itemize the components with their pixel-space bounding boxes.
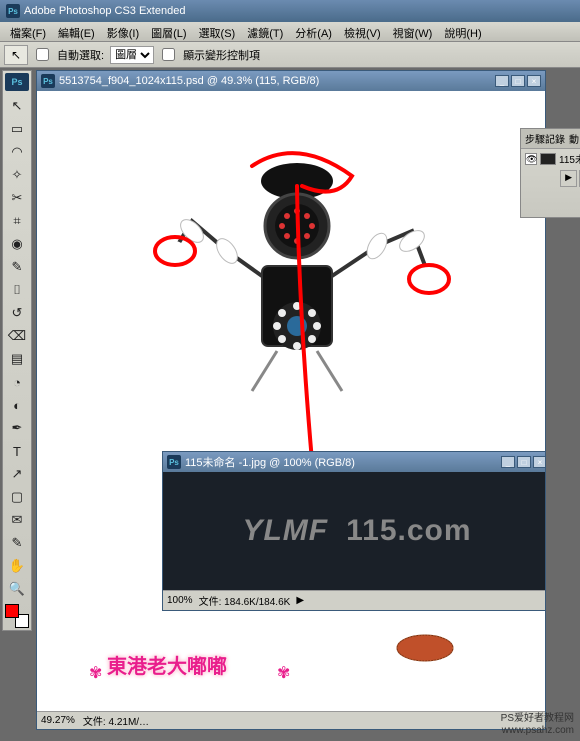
app-title: Adobe Photoshop CS3 Extended xyxy=(24,5,185,17)
sub-status-bar: 100% 文件: 184.6K/184.6K ▶ xyxy=(163,590,545,610)
layer-select[interactable]: 圖層 xyxy=(110,46,154,64)
show-transform-checkbox[interactable] xyxy=(162,48,175,61)
eyedropper-tool[interactable]: ✎ xyxy=(5,532,29,554)
logo-right: 115.com xyxy=(346,514,471,548)
menu-filter[interactable]: 濾鏡(T) xyxy=(241,22,289,41)
visibility-icon[interactable]: 👁 xyxy=(525,153,537,165)
subdoc-icon: Ps xyxy=(167,455,181,469)
auto-select-checkbox[interactable] xyxy=(36,48,49,61)
panel-play-button[interactable]: ▶ xyxy=(560,170,577,187)
type-tool[interactable]: T xyxy=(5,440,29,462)
sub-document-window: Ps 115未命名 -1.jpg @ 100% (RGB/8) _ □ × YL… xyxy=(162,451,545,611)
zoom-level[interactable]: 49.27% xyxy=(41,715,75,726)
mouse-artwork xyxy=(395,633,455,663)
sub-close-button[interactable]: × xyxy=(533,456,545,468)
title-bar: Ps Adobe Photoshop CS3 Extended xyxy=(0,0,580,22)
history-thumb xyxy=(540,153,556,165)
brush-tool[interactable]: ✎ xyxy=(5,256,29,278)
watermark-deco-right: ✾ xyxy=(277,663,290,683)
robot-artwork xyxy=(137,131,457,471)
app-badge: Ps xyxy=(6,4,20,18)
sub-document-titlebar[interactable]: Ps 115未命名 -1.jpg @ 100% (RGB/8) _ □ × xyxy=(163,452,545,472)
hand-tool[interactable]: ✋ xyxy=(5,555,29,577)
menu-bar: 檔案(F) 編輯(E) 影像(I) 圖層(L) 選取(S) 濾鏡(T) 分析(A… xyxy=(0,22,580,42)
toolbox-header: Ps xyxy=(5,73,29,91)
status-bar: 49.27% 文件: 4.21M/… xyxy=(37,711,545,729)
history-row[interactable]: 👁 115未 xyxy=(521,149,580,168)
sub-filesize: 文件: 184.6K/184.6K xyxy=(199,593,291,608)
sub-zoom[interactable]: 100% xyxy=(167,595,193,606)
gradient-tool[interactable]: ▤ xyxy=(5,348,29,370)
logo-left: YLMF xyxy=(242,514,328,548)
sub-document-title: 115未命名 -1.jpg @ 100% (RGB/8) xyxy=(185,454,355,470)
shape-tool[interactable]: ▢ xyxy=(5,486,29,508)
maximize-button[interactable]: □ xyxy=(511,75,525,87)
current-tool-indicator[interactable]: ↖ xyxy=(4,45,28,65)
menu-layer[interactable]: 圖層(L) xyxy=(145,22,192,41)
zoom-tool[interactable]: 🔍 xyxy=(5,578,29,600)
history-panel: 步驟記錄 動 👁 115未 ▶ 開啟 xyxy=(520,128,580,218)
menu-analysis[interactable]: 分析(A) xyxy=(289,22,338,41)
auto-select-label: 自動選取: xyxy=(57,47,104,63)
pen-tool[interactable]: ✒ xyxy=(5,417,29,439)
menu-image[interactable]: 影像(I) xyxy=(101,22,145,41)
menu-file[interactable]: 檔案(F) xyxy=(4,22,52,41)
heal-tool[interactable]: ◉ xyxy=(5,233,29,255)
history-label: 115未 xyxy=(559,151,580,166)
foreground-color[interactable] xyxy=(5,604,19,618)
marquee-tool[interactable]: ▭ xyxy=(5,118,29,140)
options-bar: ↖ 自動選取: 圖層 顯示變形控制項 xyxy=(0,42,580,68)
blur-tool[interactable]: ◔ xyxy=(5,371,29,393)
watermark-text: 東港老大嘟嘟 xyxy=(107,650,227,679)
notes-tool[interactable]: ✉ xyxy=(5,509,29,531)
menu-help[interactable]: 說明(H) xyxy=(438,22,487,41)
document-titlebar[interactable]: Ps 5513754_f904_1024x115.psd @ 49.3% (11… xyxy=(37,71,545,91)
minimize-button[interactable]: _ xyxy=(495,75,509,87)
sub-maximize-button[interactable]: □ xyxy=(517,456,531,468)
dodge-tool[interactable]: ◐ xyxy=(5,394,29,416)
menu-edit[interactable]: 編輯(E) xyxy=(52,22,101,41)
sub-minimize-button[interactable]: _ xyxy=(501,456,515,468)
doc-icon: Ps xyxy=(41,74,55,88)
panel-tab-history[interactable]: 步驟記錄 xyxy=(525,131,565,146)
color-swatches[interactable] xyxy=(5,604,29,628)
wand-tool[interactable]: ✧ xyxy=(5,164,29,186)
menu-select[interactable]: 選取(S) xyxy=(193,22,242,41)
slice-tool[interactable]: ⌗ xyxy=(5,210,29,232)
toolbox: Ps ↖ ▭ ◠ ✧ ✂ ⌗ ◉ ✎ ⌷ ↺ ⌫ ▤ ◔ ◐ ✒ T ↗ ▢ ✉… xyxy=(2,70,32,631)
sub-status-arrow-icon[interactable]: ▶ xyxy=(296,595,304,606)
document-title: 5513754_f904_1024x115.psd @ 49.3% (115, … xyxy=(59,75,319,87)
footer-watermark: PS爱好者教程网 www.psahz.com xyxy=(501,713,574,737)
path-tool[interactable]: ↗ xyxy=(5,463,29,485)
menu-window[interactable]: 視窗(W) xyxy=(387,22,439,41)
history-brush-tool[interactable]: ↺ xyxy=(5,302,29,324)
close-button[interactable]: × xyxy=(527,75,541,87)
document-window: Ps 5513754_f904_1024x115.psd @ 49.3% (11… xyxy=(36,70,546,730)
footer-line1: PS爱好者教程网 xyxy=(501,713,574,725)
canvas[interactable]: Ps 115未命名 -1.jpg @ 100% (RGB/8) _ □ × YL… xyxy=(37,91,545,711)
panel-tab-actions[interactable]: 動 xyxy=(569,131,579,146)
lasso-tool[interactable]: ◠ xyxy=(5,141,29,163)
watermark-deco-left: ✾ xyxy=(89,663,102,683)
sub-canvas[interactable]: YLMF 115.com xyxy=(163,472,545,590)
crop-tool[interactable]: ✂ xyxy=(5,187,29,209)
footer-line2: www.psahz.com xyxy=(501,725,574,737)
show-transform-label: 顯示變形控制項 xyxy=(183,47,260,63)
eraser-tool[interactable]: ⌫ xyxy=(5,325,29,347)
filesize: 文件: 4.21M/… xyxy=(83,713,149,728)
move-tool[interactable]: ↖ xyxy=(5,95,29,117)
menu-view[interactable]: 檢視(V) xyxy=(338,22,387,41)
workspace: Ps ↖ ▭ ◠ ✧ ✂ ⌗ ◉ ✎ ⌷ ↺ ⌫ ▤ ◔ ◐ ✒ T ↗ ▢ ✉… xyxy=(0,68,580,741)
stamp-tool[interactable]: ⌷ xyxy=(5,279,29,301)
